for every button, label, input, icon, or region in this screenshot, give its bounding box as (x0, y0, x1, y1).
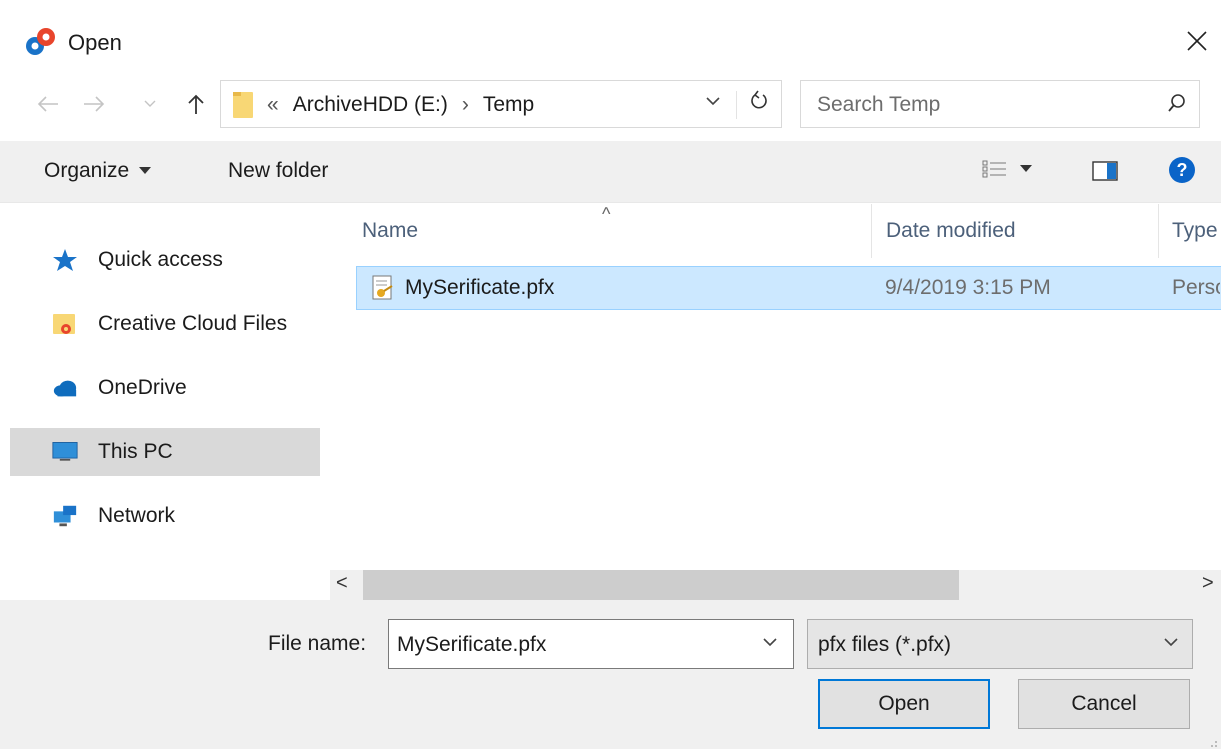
forward-button[interactable] (76, 84, 112, 124)
column-header-name[interactable]: Name (362, 204, 418, 258)
chevron-down-icon (706, 97, 720, 106)
search-icon[interactable] (1166, 92, 1188, 120)
address-overflow[interactable]: « (267, 93, 279, 117)
chevron-down-icon (1164, 638, 1178, 647)
cloud-icon (52, 375, 78, 401)
dropdown-arrow-icon (1020, 165, 1032, 172)
up-button[interactable] (178, 84, 214, 124)
sidebar-item-this-pc[interactable]: This PC (10, 428, 320, 476)
creative-cloud-folder-icon (52, 311, 78, 337)
sidebar-item-creative-cloud[interactable]: Creative Cloud Files (10, 300, 320, 348)
breadcrumb-temp[interactable]: Temp (483, 93, 534, 117)
view-options-button[interactable] (982, 159, 1032, 179)
sidebar-item-label: Network (98, 504, 176, 527)
column-divider[interactable] (871, 204, 872, 258)
forward-arrow-icon (84, 96, 105, 112)
chevron-down-icon (763, 638, 777, 647)
scroll-left-button[interactable]: < (336, 572, 348, 595)
command-bar: Organize New folder ? (0, 141, 1221, 203)
back-button[interactable] (30, 84, 66, 124)
window-title: Open (68, 30, 122, 55)
resize-grip-icon[interactable] (1206, 734, 1218, 749)
filetype-select[interactable]: pfx files (*.pfx) (807, 619, 1193, 669)
preview-pane-button[interactable] (1092, 161, 1118, 181)
organize-label: Organize (44, 159, 130, 182)
back-arrow-icon (37, 96, 58, 112)
folder-icon (233, 90, 253, 118)
sidebar-item-onedrive[interactable]: OneDrive (10, 364, 320, 412)
file-list: ^ Name Date modified Type MySerificate.p… (340, 204, 1221, 574)
breadcrumb-separator[interactable]: › (462, 93, 469, 117)
preview-pane-icon (1092, 161, 1118, 181)
filename-dropdown-button[interactable] (763, 634, 777, 652)
address-bar[interactable]: « ArchiveHDD (E:) › Temp (220, 80, 782, 128)
refresh-button[interactable] (749, 90, 769, 118)
monitor-icon (52, 439, 78, 465)
breadcrumb-drive[interactable]: ArchiveHDD (E:) (293, 93, 448, 117)
help-icon: ? (1169, 157, 1195, 183)
certificate-file-icon (371, 275, 395, 307)
address-history-button[interactable] (706, 93, 720, 111)
chevron-down-icon (144, 100, 156, 107)
cancel-button[interactable]: Cancel (1018, 679, 1190, 729)
filetype-value: pfx files (*.pfx) (818, 633, 952, 656)
filetype-dropdown-button[interactable] (1164, 634, 1178, 652)
column-divider[interactable] (1158, 204, 1159, 258)
close-icon (1186, 31, 1207, 51)
organize-button[interactable]: Organize (44, 159, 152, 183)
scroll-right-button[interactable]: > (1202, 572, 1214, 595)
open-button[interactable]: Open (818, 679, 990, 729)
file-type: Personal Information Exchange (1172, 276, 1220, 299)
horizontal-scrollbar[interactable]: < > (330, 570, 1221, 600)
file-date: 9/4/2019 3:15 PM (885, 276, 1051, 299)
up-arrow-icon (188, 94, 204, 114)
column-header-date[interactable]: Date modified (886, 204, 1016, 258)
help-button[interactable]: ? (1168, 156, 1196, 184)
title-bar: Open (0, 0, 1221, 80)
search-box[interactable]: Search Temp (800, 80, 1200, 128)
scrollbar-thumb[interactable] (363, 570, 959, 600)
column-header-type[interactable]: Type (1172, 204, 1218, 258)
sidebar-item-network[interactable]: Network (10, 492, 320, 540)
dialog-footer: File name: MySerificate.pfx pfx files (*… (0, 600, 1221, 749)
file-name: MySerificate.pfx (405, 276, 555, 299)
refresh-icon (751, 90, 767, 109)
svg-text:?: ? (1177, 160, 1188, 180)
new-folder-button[interactable]: New folder (228, 159, 328, 183)
address-divider (736, 91, 737, 119)
sidebar-item-label: Creative Cloud Files (98, 312, 288, 335)
close-button[interactable] (1172, 16, 1221, 66)
file-row[interactable]: MySerificate.pfx 9/4/2019 3:15 PM Person… (356, 266, 1221, 310)
star-icon (52, 247, 78, 273)
recent-locations-button[interactable] (140, 84, 160, 124)
sort-indicator: ^ (602, 204, 611, 224)
sidebar-item-label: Quick access (98, 248, 223, 271)
filename-combobox[interactable]: MySerificate.pfx (388, 619, 794, 669)
sidebar-item-label: This PC (98, 440, 173, 463)
view-options-icon (982, 160, 1006, 178)
filename-field[interactable]: MySerificate.pfx (397, 633, 546, 657)
sidebar-item-label: OneDrive (98, 376, 187, 399)
network-icon (52, 503, 78, 529)
filename-label: File name: (268, 632, 367, 655)
dropdown-arrow-icon (139, 167, 152, 174)
navigation-pane: Quick access Creative Cloud Files OneDri… (0, 204, 330, 600)
app-gear-icon (24, 26, 58, 60)
sidebar-item-quick-access[interactable]: Quick access (10, 236, 320, 284)
search-input[interactable]: Search Temp (817, 93, 940, 117)
